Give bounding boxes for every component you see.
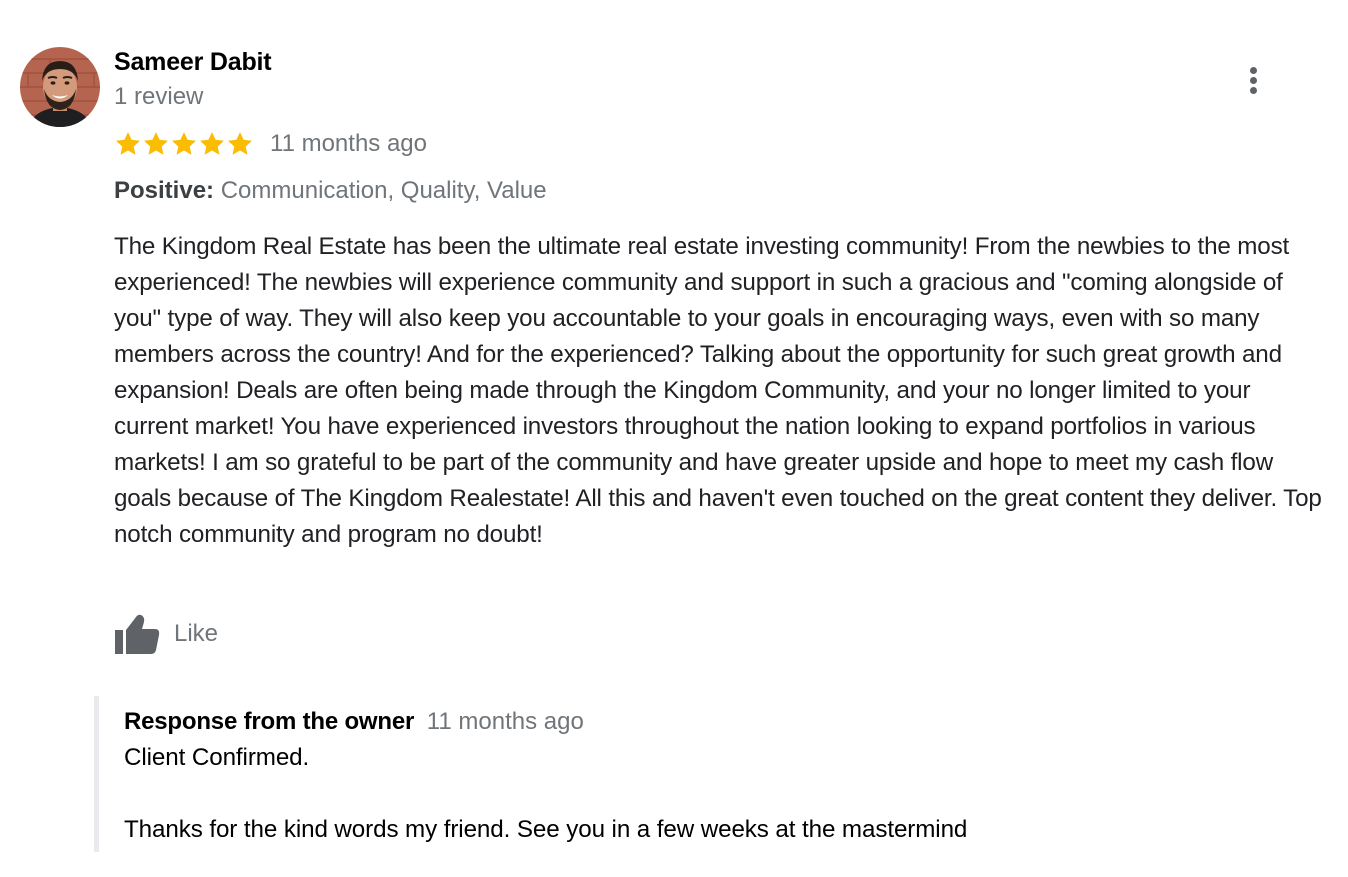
review-date: 11 months ago [270, 130, 427, 157]
highlights-label: Positive: [114, 177, 215, 204]
more-options-button[interactable] [1236, 60, 1272, 100]
owner-response-date: 11 months ago [426, 708, 584, 735]
owner-response-line: Thanks for the kind words my friend. See… [124, 816, 968, 843]
reviewer-avatar[interactable] [20, 47, 100, 127]
owner-response-title: Response from the owner [124, 708, 415, 735]
star-rating [114, 130, 254, 158]
star-icon [227, 132, 253, 155]
owner-response-header: Response from the owner 11 months ago [124, 708, 584, 736]
star-icon [171, 132, 197, 155]
like-label: Like [174, 620, 219, 647]
thumb-up-icon [115, 614, 160, 654]
rating-row: 11 months ago [114, 128, 427, 160]
review-card: Sameer Dabit 1 review 11 months ago Posi… [0, 0, 1348, 877]
profile-photo-icon [20, 47, 100, 127]
review-text: The Kingdom Real Estate has been the ult… [114, 233, 1322, 548]
star-icon [115, 132, 141, 155]
more-vert-icon [1250, 67, 1257, 74]
highlights-value: Communication, Quality, Value [220, 177, 547, 204]
star-icon [143, 132, 169, 155]
owner-response: Response from the owner 11 months ago Cl… [94, 696, 1329, 852]
reviewer-name[interactable]: Sameer Dabit [114, 48, 272, 77]
star-icon [199, 132, 225, 155]
review-highlights: Positive: Communication, Quality, Value [114, 177, 547, 205]
like-button[interactable]: Like [114, 612, 218, 656]
owner-response-line: Client Confirmed. [124, 744, 310, 771]
review-count: 1 review [114, 83, 204, 110]
